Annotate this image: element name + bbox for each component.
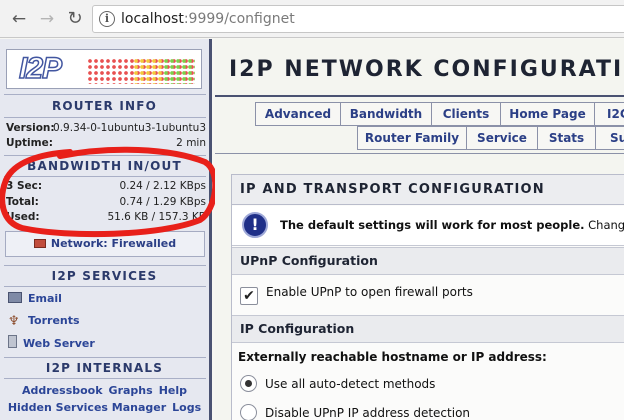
version-value: 0.9.34-0-1ubuntu3-1ubuntu3 [53,122,206,134]
main-content: I2P NETWORK CONFIGURATIO Advanced Bandwi… [215,39,624,420]
service-label: Web Server [23,337,95,350]
radio-button-selected[interactable] [240,375,257,392]
bandwidth-label: 3 Sec: [6,180,43,192]
internals-link-hidden-services[interactable]: Hidden Services Manager [8,401,166,414]
tab-advanced[interactable]: Advanced [255,102,341,126]
network-icon [33,239,46,248]
internals-row: Addressbook Graphs Help [0,384,209,397]
service-email[interactable]: Email [8,292,62,305]
notice-bold: The default settings will work for most … [280,218,585,232]
internals-row: Hidden Services Manager Logs [0,401,209,414]
divider [4,94,206,95]
url-host: localhost [121,11,184,27]
browser-toolbar: ← → ↻ i localhost:9999/confignet [0,0,624,38]
tab-service[interactable]: Service [466,126,538,150]
service-web-server[interactable]: Web Server [8,335,95,350]
page-title: I2P NETWORK CONFIGURATIO [229,57,624,82]
divider [4,155,206,156]
radio-auto-detect[interactable]: Use all auto-detect methods [240,375,435,392]
forward-arrow-icon[interactable]: → [36,8,58,30]
bandwidth-title[interactable]: BANDWIDTH IN/OUT [0,159,209,173]
config-panel: IP AND TRANSPORT CONFIGURATION ! The def… [231,174,624,420]
tab-clients[interactable]: Clients [431,102,501,126]
tab-router-family[interactable]: Router Family [357,126,467,150]
network-status[interactable]: Network: Firewalled [5,231,205,257]
upnp-checkbox-row[interactable]: ✔ Enable UPnP to open firewall ports [240,285,473,305]
tabs-divider [215,153,624,154]
version-label: Version: [6,122,55,134]
tab-bandwidth[interactable]: Bandwidth [340,102,432,126]
radio-label[interactable]: Use all auto-detect methods [265,377,435,391]
upnp-section-title: UPnP Configuration [232,247,624,275]
internals-link-graphs[interactable]: Graphs [109,384,153,397]
divider [4,378,206,379]
notice-rest: Changing the [588,218,624,232]
bandwidth-value: 0.24 / 2.12 KBps [119,180,206,192]
notice-box: ! The default settings will work for mos… [232,206,624,246]
notice-text: The default settings will work for most … [280,218,624,232]
i2p-logo[interactable]: I2P [6,49,202,89]
email-icon [8,292,22,303]
url-text[interactable]: localhost:9999/confignet [121,11,295,27]
exclamation-icon: ! [242,212,268,238]
divider [4,286,206,287]
upnp-checkbox[interactable]: ✔ [240,287,258,305]
radio-label[interactable]: Disable UPnP IP address detection [265,406,470,420]
internals-link-addressbook[interactable]: Addressbook [22,384,103,397]
address-bar[interactable]: i localhost:9999/confignet [92,5,624,33]
service-label: Torrents [28,314,80,327]
tab-home-page[interactable]: Home Page [500,102,595,126]
bandwidth-value: 0.74 / 1.29 KBps [119,196,206,208]
back-arrow-icon[interactable]: ← [8,8,30,30]
divider [4,357,206,358]
router-info-title[interactable]: ROUTER INFO [0,99,209,113]
tab-stats[interactable]: Stats [537,126,596,150]
ip-section-title: IP Configuration [232,315,624,343]
reload-icon[interactable]: ↻ [64,8,86,30]
bandwidth-label: Used: [6,211,40,223]
radio-disable-upnp[interactable]: Disable UPnP IP address detection [240,404,470,420]
hostname-label: Externally reachable hostname or IP addr… [238,350,547,364]
torrents-icon: ♆ [8,314,20,329]
bandwidth-value: 51.6 KB / 157.3 KB [107,211,206,223]
title-divider [215,95,624,97]
info-icon[interactable]: i [99,11,115,27]
services-title[interactable]: I2P SERVICES [0,269,209,283]
network-status-text: Network: Firewalled [50,237,177,250]
logo-text: I2P [18,51,63,86]
radio-button[interactable] [240,404,257,420]
tab-i2c[interactable]: I2C [594,102,624,126]
logo-dots-green [163,58,195,84]
url-path: :9999/confignet [183,11,295,27]
web-server-icon [8,335,17,348]
tab-summary[interactable]: Su [595,126,624,150]
internals-link-logs[interactable]: Logs [172,401,201,414]
bandwidth-label: Total: [6,196,39,208]
section-title: IP AND TRANSPORT CONFIGURATION [232,175,624,205]
divider [4,117,206,118]
internals-link-help[interactable]: Help [159,384,187,397]
internals-title[interactable]: I2P INTERNALS [0,361,209,375]
sidebar: I2P ROUTER INFO Version: 0.9.34-0-1ubunt… [0,39,212,420]
service-label: Email [28,292,62,305]
divider [4,176,206,177]
logo-dots-yellow [133,58,163,84]
divider [4,265,206,266]
service-torrents[interactable]: ♆ Torrents [8,314,80,329]
uptime-label: Uptime: [6,137,53,149]
upnp-checkbox-label[interactable]: Enable UPnP to open firewall ports [266,285,473,299]
uptime-value: 2 min [176,137,206,149]
